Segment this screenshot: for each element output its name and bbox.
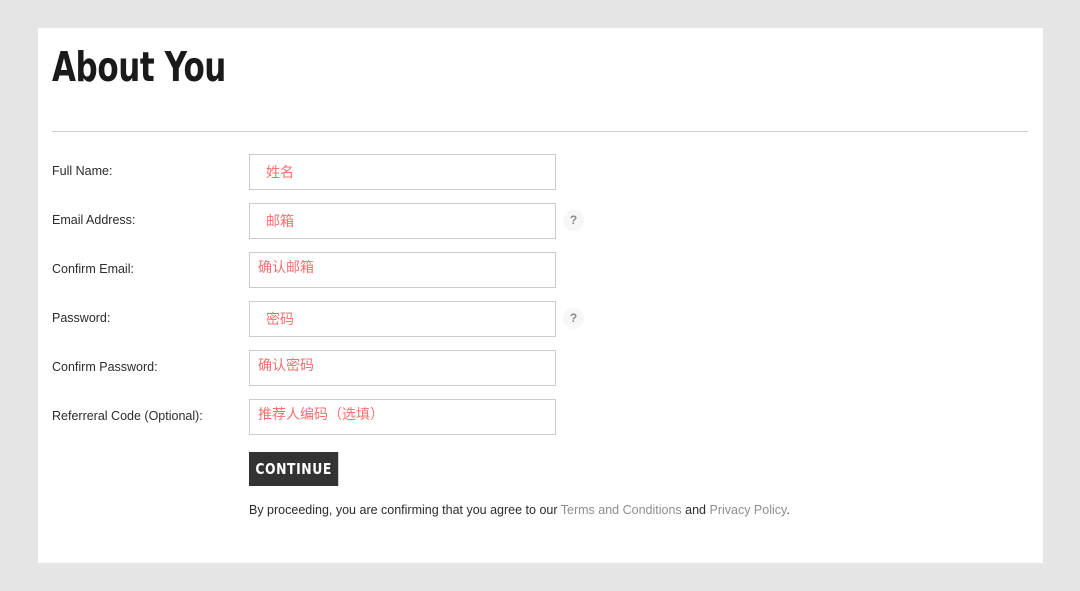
form-row: Confirm Password: 确认密码 <box>38 346 1043 395</box>
continue-button[interactable]: CONTINUE <box>249 452 339 486</box>
legal-conjunction: and <box>681 503 710 517</box>
field-label: Password: <box>52 311 111 325</box>
form-row: Password: 密码 ? <box>38 297 1043 346</box>
page-title: About You <box>52 43 226 91</box>
input-placeholder: 密码 <box>266 311 294 327</box>
input-placeholder: 确认邮箱 <box>258 259 314 275</box>
form-row: Confirm Email: 确认邮箱 <box>38 248 1043 297</box>
form-row: Full Name: 姓名 <box>38 150 1043 199</box>
text-input-0[interactable]: 姓名 <box>249 154 556 190</box>
text-input-5[interactable]: 推荐人编码（选填） <box>249 399 556 435</box>
field-label: Full Name: <box>52 164 113 178</box>
text-input-1[interactable]: 邮箱 <box>249 203 556 239</box>
input-placeholder: 确认密码 <box>258 357 314 373</box>
field-label: Confirm Email: <box>52 262 134 276</box>
about-you-card: About You Full Name: 姓名 Email Address: 邮… <box>38 28 1043 563</box>
legal-disclaimer: By proceeding, you are confirming that y… <box>249 502 790 518</box>
input-placeholder: 姓名 <box>266 164 294 180</box>
registration-form: Full Name: 姓名 Email Address: 邮箱 ? Confir… <box>38 150 1043 522</box>
terms-and-conditions-link[interactable]: Terms and Conditions <box>561 503 682 517</box>
legal-prefix: By proceeding, you are confirming that y… <box>249 503 561 517</box>
form-row: Referreral Code (Optional): 推荐人编码（选填） <box>38 395 1043 444</box>
privacy-policy-link[interactable]: Privacy Policy <box>709 503 786 517</box>
field-label: Referreral Code (Optional): <box>52 409 203 423</box>
title-divider <box>52 131 1028 132</box>
input-placeholder: 邮箱 <box>266 213 294 229</box>
field-label: Confirm Password: <box>52 360 158 374</box>
text-input-3[interactable]: 密码 <box>249 301 556 337</box>
form-row: Email Address: 邮箱 ? <box>38 199 1043 248</box>
legal-row: By proceeding, you are confirming that y… <box>38 496 1043 522</box>
text-input-4[interactable]: 确认密码 <box>249 350 556 386</box>
input-placeholder: 推荐人编码（选填） <box>258 406 384 422</box>
help-question-icon[interactable]: ? <box>563 210 584 231</box>
submit-row: CONTINUE <box>38 444 1043 496</box>
legal-suffix: . <box>786 503 790 517</box>
help-question-icon[interactable]: ? <box>563 308 584 329</box>
field-label: Email Address: <box>52 213 136 227</box>
text-input-2[interactable]: 确认邮箱 <box>249 252 556 288</box>
